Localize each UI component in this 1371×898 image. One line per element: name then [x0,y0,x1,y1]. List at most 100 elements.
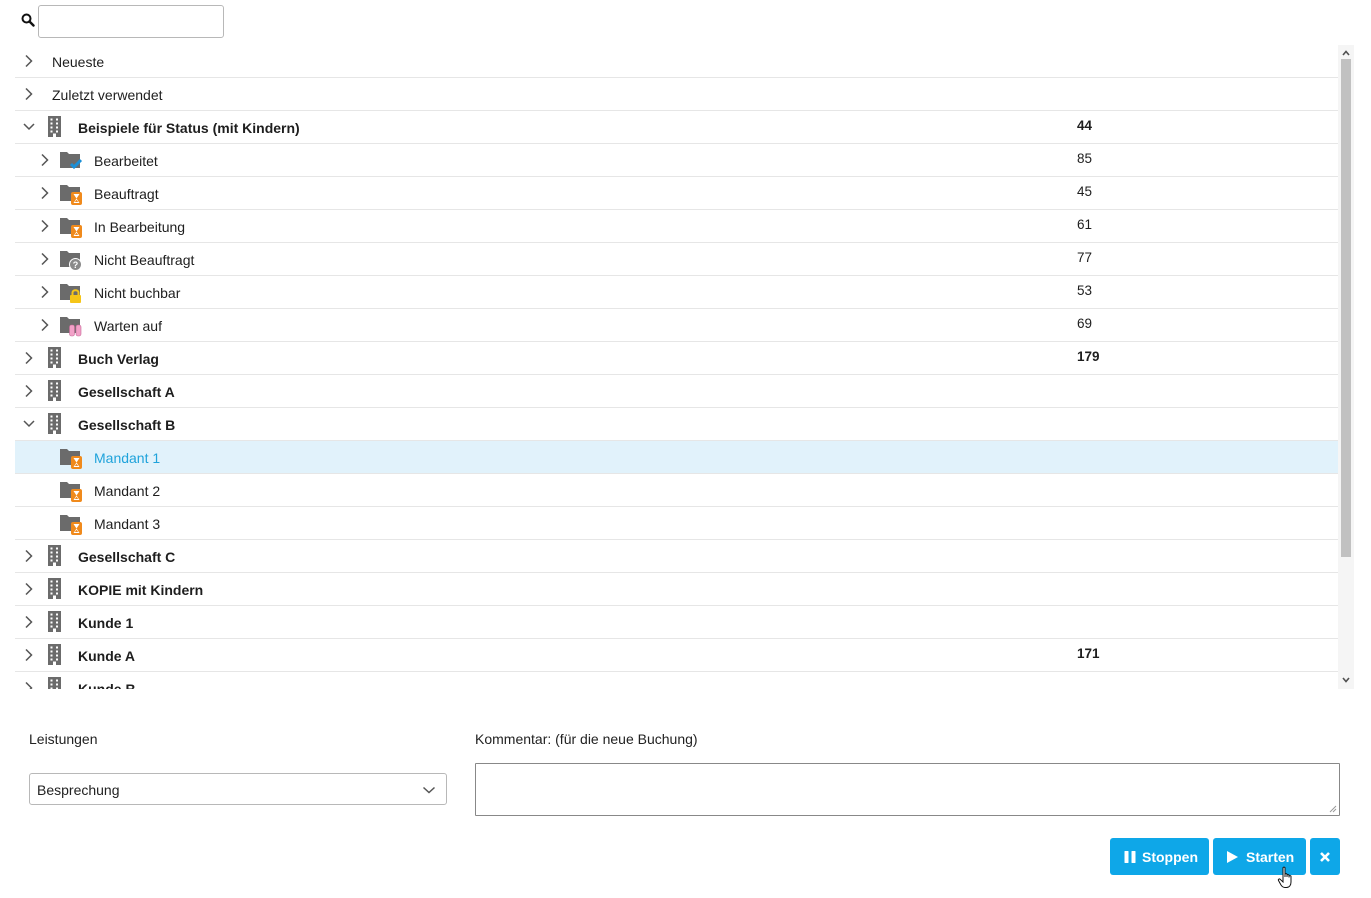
tree-row-label: In Bearbeitung [94,219,186,235]
tree-row[interactable]: Mandant 1 [15,441,1338,474]
chevron-right-icon[interactable] [39,219,51,233]
tree-row[interactable]: In Bearbeitung 61 [15,210,1338,243]
chevron-down-icon[interactable] [23,417,35,431]
tree-row[interactable]: Nicht buchbar 53 [15,276,1338,309]
tree-row-label: Buch Verlag [78,351,159,367]
tree-row-count: 179 [1077,349,1100,364]
tree-row[interactable]: Mandant 2 [15,474,1338,507]
play-icon [1227,851,1238,863]
tree-row[interactable]: Zuletzt verwendet [15,78,1338,111]
tree-row[interactable]: Gesellschaft A [15,375,1338,408]
tree-row[interactable]: Buch Verlag 179 [15,342,1338,375]
chevron-right-icon[interactable] [23,681,35,689]
folder-hourglass-icon [60,515,82,535]
tree-row-label: Gesellschaft B [78,417,176,433]
tree-row-label: Beispiele für Status (mit Kindern) [78,120,300,136]
tree-row-count: 44 [1077,118,1093,133]
building-icon [48,413,61,434]
tree-row[interactable]: Mandant 3 [15,507,1338,540]
tree-row-label: Mandant 3 [94,516,161,532]
folder-hourglass-icon [60,185,82,205]
tree-row-label: Kunde 1 [78,615,134,631]
tree-row-count: 69 [1077,316,1093,331]
svg-text:?: ? [73,260,79,270]
chevron-right-icon[interactable] [39,252,51,266]
building-icon [48,611,61,632]
chevron-right-icon[interactable] [23,87,35,101]
search-input[interactable] [38,5,224,38]
tree-row-count: 61 [1077,217,1093,232]
close-icon [1320,852,1330,862]
chevron-right-icon[interactable] [23,549,35,563]
chevron-right-icon[interactable] [39,285,51,299]
tree-row-label: Neueste [52,54,105,70]
tree-row[interactable]: Gesellschaft C [15,540,1338,573]
tree-row[interactable]: Kunde A 171 [15,639,1338,672]
comment-textarea[interactable] [475,763,1340,816]
tree-row-label: Nicht Beauftragt [94,252,195,268]
tree-row[interactable]: Warten auf 69 [15,309,1338,342]
chevron-right-icon[interactable] [23,582,35,596]
chevron-right-icon[interactable] [23,615,35,629]
folder-lock-icon [60,284,81,303]
building-icon [48,545,61,566]
chevron-right-icon[interactable] [39,153,51,167]
tree-row-label: Zuletzt verwendet [52,87,163,103]
tree-row[interactable]: Neueste [15,45,1338,78]
tree-row-label: Kunde A [78,648,136,664]
tree-row-label: Mandant 1 [94,450,161,466]
start-button-label: Starten [1246,849,1295,865]
tree-row[interactable]: Gesellschaft B [15,408,1338,441]
tree-row-label: Warten auf [94,318,162,334]
close-button[interactable] [1310,838,1340,875]
building-icon [48,116,61,137]
tree-row-count: 85 [1077,151,1093,166]
tree-scrollbar[interactable] [1338,45,1354,689]
building-icon [48,644,61,665]
tree-row[interactable]: Beispiele für Status (mit Kindern) 44 [15,111,1338,144]
comment-label: Kommentar: (für die neue Buchung) [475,731,698,747]
chevron-right-icon[interactable] [23,54,35,68]
tree-row-count: 77 [1077,250,1093,265]
scroll-down-icon[interactable] [1341,675,1351,685]
tree-row-label: KOPIE mit Kindern [78,582,204,598]
chevron-down-icon[interactable] [23,120,35,134]
tree-row[interactable]: KOPIE mit Kindern [15,573,1338,606]
services-select[interactable]: Besprechung [29,773,447,805]
folder-hourglass-icon [60,218,82,238]
tree-row[interactable]: Beauftragt 45 [15,177,1338,210]
tree-row-count: 53 [1077,283,1093,298]
scroll-thumb[interactable] [1341,59,1351,557]
tree-row-label: Gesellschaft C [78,549,176,565]
folder-question-icon: ? [60,251,82,271]
chevron-right-icon[interactable] [23,384,35,398]
tree-row[interactable]: Kunde 1 [15,606,1338,639]
chevron-right-icon[interactable] [39,318,51,332]
building-icon [48,677,61,689]
tree-row[interactable]: Kunde B [15,672,1338,689]
tree-view: Neueste Zuletzt verwendet Beispiele für St… [15,45,1338,689]
stop-button[interactable]: Stoppen [1110,838,1209,875]
folder-hourglass-icon [60,482,82,502]
building-icon [48,578,61,599]
tree-row-label: Nicht buchbar [94,285,181,301]
services-select-value: Besprechung [37,782,120,798]
chevron-right-icon[interactable] [39,186,51,200]
tree-row-label: Bearbeitet [94,153,158,169]
chevron-down-icon [422,786,436,794]
folder-check-icon [60,152,83,170]
tree-row-label: Gesellschaft A [78,384,175,400]
tree-row[interactable]: ? Nicht Beauftragt 77 [15,243,1338,276]
chevron-right-icon[interactable] [23,648,35,662]
folder-hourglass-icon [60,449,82,469]
pause-icon [1124,851,1136,863]
scroll-up-icon[interactable] [1341,48,1351,58]
tree-row[interactable]: Bearbeitet 85 [15,144,1338,177]
chevron-right-icon[interactable] [23,351,35,365]
tree-row-label: Kunde B [78,681,136,689]
stop-button-label: Stoppen [1142,849,1198,865]
resize-grip-icon[interactable] [1328,804,1337,813]
building-icon [48,380,61,401]
folder-pause-icon [60,317,82,337]
tree-row-label: Mandant 2 [94,483,161,499]
